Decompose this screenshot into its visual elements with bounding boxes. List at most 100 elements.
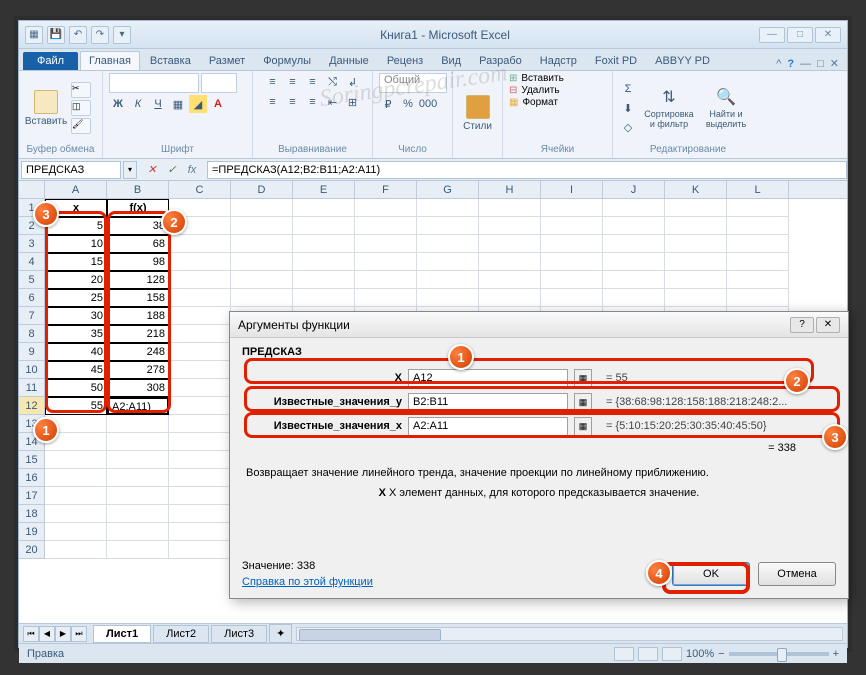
select-all-corner[interactable]: [19, 181, 45, 198]
cancel-button[interactable]: Отмена: [758, 562, 836, 586]
dialog-title-bar[interactable]: Аргументы функции ? ✕: [230, 312, 848, 338]
cell[interactable]: [603, 271, 665, 289]
cell[interactable]: [355, 289, 417, 307]
sheet-tab[interactable]: Лист3: [211, 625, 267, 643]
cell[interactable]: [107, 523, 169, 541]
minimize-button[interactable]: —: [759, 27, 785, 43]
cell[interactable]: [169, 505, 231, 523]
cell[interactable]: f(x): [107, 199, 169, 217]
cell[interactable]: 158: [107, 289, 169, 307]
cell[interactable]: 30: [45, 307, 107, 325]
row-header[interactable]: 18: [19, 505, 45, 523]
formula-input[interactable]: [207, 161, 847, 179]
cell[interactable]: [169, 415, 231, 433]
cell[interactable]: [541, 199, 603, 217]
col-header[interactable]: D: [231, 181, 293, 198]
window-restore-icon[interactable]: □: [817, 58, 824, 70]
currency-icon[interactable]: ₽: [379, 95, 397, 113]
cell[interactable]: [541, 289, 603, 307]
percent-icon[interactable]: %: [399, 95, 417, 113]
cell[interactable]: 278: [107, 361, 169, 379]
delete-cell-button[interactable]: ⊟Удалить: [509, 85, 606, 96]
row-header[interactable]: 11: [19, 379, 45, 397]
cell[interactable]: [231, 253, 293, 271]
cell[interactable]: [603, 199, 665, 217]
bold-icon[interactable]: Ж: [109, 95, 127, 113]
cell[interactable]: [355, 235, 417, 253]
cell[interactable]: [417, 289, 479, 307]
cell[interactable]: [665, 199, 727, 217]
sheet-nav-next-icon[interactable]: ▶: [55, 626, 71, 642]
tab-data[interactable]: Данные: [321, 52, 377, 70]
cell[interactable]: [727, 235, 789, 253]
cell[interactable]: [417, 199, 479, 217]
cell[interactable]: [479, 217, 541, 235]
save-icon[interactable]: 💾: [47, 26, 65, 44]
col-header[interactable]: A: [45, 181, 107, 198]
cell[interactable]: [727, 217, 789, 235]
cell[interactable]: [231, 217, 293, 235]
cell[interactable]: [107, 505, 169, 523]
number-format-select[interactable]: Общий: [379, 73, 447, 93]
cell[interactable]: [45, 487, 107, 505]
excel-icon[interactable]: ▦: [25, 26, 43, 44]
cell[interactable]: [169, 523, 231, 541]
cell[interactable]: [479, 199, 541, 217]
cell[interactable]: [541, 235, 603, 253]
cell[interactable]: [169, 343, 231, 361]
col-header[interactable]: G: [417, 181, 479, 198]
tab-addins[interactable]: Надстр: [532, 52, 585, 70]
row-header[interactable]: 4: [19, 253, 45, 271]
sheet-tab[interactable]: Лист2: [153, 625, 209, 643]
close-button[interactable]: ✕: [815, 27, 841, 43]
cell[interactable]: [169, 451, 231, 469]
col-header[interactable]: H: [479, 181, 541, 198]
file-tab[interactable]: Файл: [23, 52, 78, 70]
wrap-text-icon[interactable]: ↲: [344, 73, 362, 91]
col-header[interactable]: B: [107, 181, 169, 198]
cell[interactable]: [45, 523, 107, 541]
row-header[interactable]: 12: [19, 397, 45, 415]
minimize-ribbon-icon[interactable]: ^: [776, 58, 781, 70]
cell[interactable]: 45: [45, 361, 107, 379]
cell[interactable]: [293, 253, 355, 271]
cut-icon[interactable]: ✂: [71, 82, 91, 98]
new-sheet-button[interactable]: ✦: [269, 624, 292, 643]
ok-button[interactable]: OK: [672, 562, 750, 586]
cell[interactable]: 55: [45, 397, 107, 415]
cell[interactable]: [169, 253, 231, 271]
cell[interactable]: [169, 307, 231, 325]
cell[interactable]: [603, 217, 665, 235]
cell[interactable]: [45, 469, 107, 487]
window-min-icon[interactable]: —: [800, 58, 811, 70]
cell[interactable]: [293, 235, 355, 253]
cell[interactable]: [169, 397, 231, 415]
cell[interactable]: [107, 415, 169, 433]
cell[interactable]: [665, 271, 727, 289]
accept-formula-icon[interactable]: ✓: [163, 162, 181, 178]
orientation-icon[interactable]: ⤭: [324, 73, 342, 91]
cell[interactable]: [727, 271, 789, 289]
cell[interactable]: [665, 289, 727, 307]
cell[interactable]: [169, 433, 231, 451]
cell[interactable]: [355, 199, 417, 217]
cell[interactable]: [107, 487, 169, 505]
font-color-icon[interactable]: A: [209, 95, 227, 113]
tab-view[interactable]: Вид: [433, 52, 469, 70]
cell[interactable]: [231, 289, 293, 307]
row-header[interactable]: 20: [19, 541, 45, 559]
row-header[interactable]: 19: [19, 523, 45, 541]
cell[interactable]: [169, 289, 231, 307]
cell[interactable]: [665, 217, 727, 235]
align-top-icon[interactable]: ≡: [264, 73, 282, 91]
sort-filter-button[interactable]: ⇅ Сортировка и фильтр: [641, 79, 697, 137]
cell[interactable]: 50: [45, 379, 107, 397]
cell[interactable]: [45, 541, 107, 559]
insert-cell-button[interactable]: ⊞Вставить: [509, 73, 606, 84]
cell[interactable]: [603, 289, 665, 307]
comma-icon[interactable]: 000: [419, 95, 437, 113]
font-size-select[interactable]: [201, 73, 237, 93]
sheet-nav-prev-icon[interactable]: ◀: [39, 626, 55, 642]
copy-icon[interactable]: ◫: [71, 100, 91, 116]
cell[interactable]: [417, 271, 479, 289]
